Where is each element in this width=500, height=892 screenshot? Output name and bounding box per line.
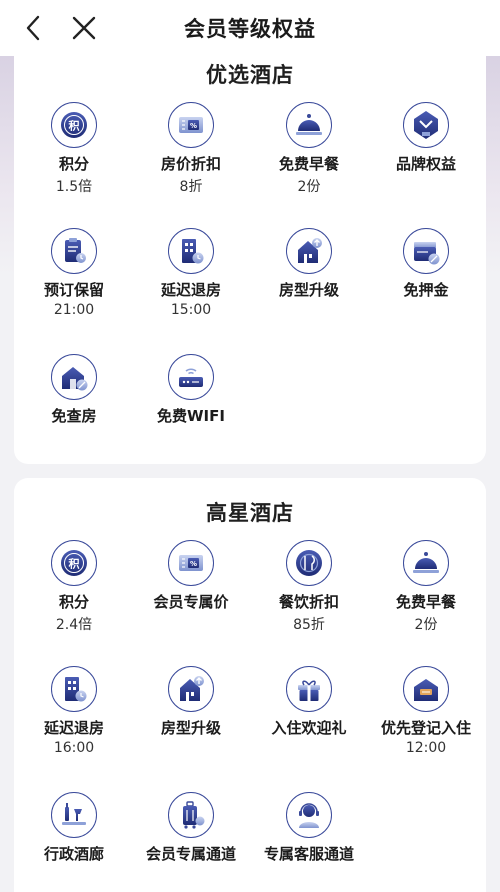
benefit-label: 房型升级 <box>160 719 221 737</box>
benefit-label: 免查房 <box>51 407 97 425</box>
svg-text:%: % <box>190 122 197 130</box>
svg-text:%: % <box>190 560 197 568</box>
benefit-label: 房型升级 <box>278 281 339 299</box>
benefit-label: 免费早餐 <box>395 593 456 611</box>
benefit-no-room-check[interactable]: 免查房 <box>15 354 133 426</box>
benefit-late-checkout[interactable]: 延迟退房 15:00 <box>132 228 250 318</box>
benefit-label: 入住欢迎礼 <box>271 719 347 737</box>
benefit-label: 积分 <box>58 155 89 173</box>
benefit-label: 优先登记入住 <box>380 719 471 737</box>
benefit-free-wifi[interactable]: 免费WIFI <box>132 354 250 426</box>
breakfast-cloche-icon <box>413 552 439 573</box>
benefit-value: 21:00 <box>53 302 95 318</box>
wifi-router-icon <box>179 368 203 387</box>
section-card-preferred-hotels: 优选酒店 积 积分 1.5倍 % 房价折扣 8折 免费早餐 2份 品牌权益 预订… <box>14 44 486 464</box>
late-checkout-icon <box>65 677 87 702</box>
benefit-value: 8折 <box>179 179 203 195</box>
benefit-value: 2份 <box>414 617 438 633</box>
benefit-label: 会员专属通道 <box>145 845 236 863</box>
points-icon: 积 <box>61 112 87 138</box>
benefit-label: 房价折扣 <box>160 155 221 173</box>
customer-service-icon <box>299 803 319 828</box>
priority-checkin-icon <box>414 679 438 701</box>
benefit-customer-service[interactable]: 专属客服通道 <box>250 792 368 864</box>
executive-lounge-icon <box>62 803 86 825</box>
benefit-value: 12:00 <box>405 740 447 756</box>
benefit-label: 预订保留 <box>43 281 104 299</box>
benefit-label: 延迟退房 <box>43 719 104 737</box>
chevron-left-icon <box>26 15 40 41</box>
reservation-hold-icon <box>65 238 86 263</box>
dining-discount-icon <box>296 550 322 576</box>
benefit-label: 会员专属价 <box>153 593 229 611</box>
benefit-label: 延迟退房 <box>160 281 221 299</box>
benefit-dining-discount[interactable]: 餐饮折扣 85折 <box>250 540 368 634</box>
benefit-label: 免费早餐 <box>278 155 339 173</box>
benefit-free-breakfast[interactable]: 免费早餐 2份 <box>367 540 485 634</box>
close-button[interactable] <box>64 8 104 48</box>
benefit-label: 免押金 <box>403 281 449 299</box>
svg-text:积: 积 <box>69 557 80 571</box>
back-button[interactable] <box>14 8 54 48</box>
benefit-reservation-hold[interactable]: 预订保留 21:00 <box>15 228 133 318</box>
benefit-value: 85折 <box>293 617 325 633</box>
benefit-brand[interactable]: 品牌权益 <box>367 102 485 174</box>
benefit-no-deposit[interactable]: 免押金 <box>367 228 485 300</box>
welcome-gift-icon <box>298 680 320 701</box>
member-lane-luggage-icon <box>183 801 205 829</box>
room-upgrade-icon <box>180 676 204 701</box>
benefit-label: 行政酒廊 <box>43 845 104 863</box>
brand-badge-icon <box>414 111 438 139</box>
benefit-points[interactable]: 积 积分 1.5倍 <box>15 102 133 196</box>
section-title: 优选酒店 <box>206 63 294 87</box>
page-title: 会员等级权益 <box>184 17 316 41</box>
benefit-priority-checkin[interactable]: 优先登记入住 12:00 <box>367 666 485 756</box>
benefit-value: 15:00 <box>170 302 212 318</box>
benefit-welcome-gift[interactable]: 入住欢迎礼 <box>250 666 368 738</box>
late-checkout-icon <box>182 239 204 264</box>
benefit-label: 品牌权益 <box>395 155 456 173</box>
benefit-room-upgrade[interactable]: 房型升级 <box>132 666 250 738</box>
benefit-value: 2.4倍 <box>55 617 93 633</box>
breakfast-cloche-icon <box>296 114 322 135</box>
benefit-label: 积分 <box>58 593 89 611</box>
benefit-free-breakfast[interactable]: 免费早餐 2份 <box>250 102 368 196</box>
close-icon <box>72 16 96 40</box>
svg-text:积: 积 <box>69 119 80 133</box>
benefit-value: 1.5倍 <box>55 179 93 195</box>
benefit-member-lane[interactable]: 会员专属通道 <box>132 792 250 864</box>
no-room-check-icon <box>62 367 88 391</box>
benefit-points[interactable]: 积 积分 2.4倍 <box>15 540 133 634</box>
discount-coupon-icon: % <box>179 117 203 133</box>
no-deposit-icon <box>414 242 440 265</box>
benefit-label: 餐饮折扣 <box>278 593 339 611</box>
benefit-label: 免费WIFI <box>157 407 225 425</box>
benefit-room-discount[interactable]: % 房价折扣 8折 <box>132 102 250 196</box>
benefit-value: 2份 <box>297 179 321 195</box>
section-title: 高星酒店 <box>206 501 294 525</box>
points-icon: 积 <box>61 550 87 576</box>
member-price-coupon-icon: % <box>179 555 203 571</box>
room-upgrade-icon <box>298 238 322 263</box>
benefit-room-upgrade[interactable]: 房型升级 <box>250 228 368 300</box>
benefit-member-price[interactable]: % 会员专属价 <box>132 540 250 612</box>
benefit-label: 专属客服通道 <box>263 845 354 863</box>
benefit-value: 16:00 <box>53 740 95 756</box>
section-card-high-star-hotels: 高星酒店 积 积分 2.4倍 % 会员专属价 餐饮折扣 85折 免费早餐 2份 … <box>14 478 486 892</box>
background-decoration-right <box>484 56 500 276</box>
benefit-executive-lounge[interactable]: 行政酒廊 <box>15 792 133 864</box>
benefit-late-checkout[interactable]: 延迟退房 16:00 <box>15 666 133 756</box>
